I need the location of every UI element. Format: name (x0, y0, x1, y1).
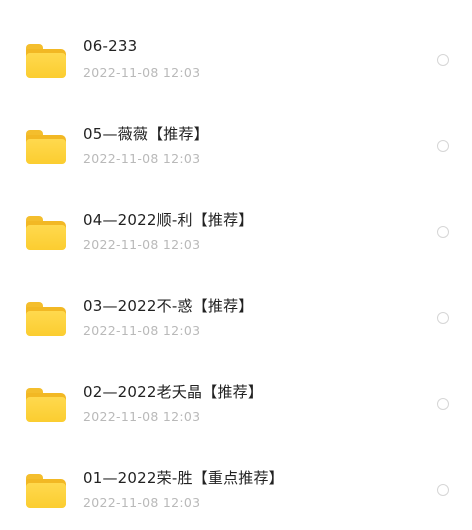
folder-icon (26, 474, 66, 508)
select-radio[interactable] (437, 484, 449, 496)
select-radio[interactable] (437, 312, 449, 324)
item-name: 06-233 (83, 37, 138, 55)
folder-icon (26, 130, 66, 164)
folder-icon (26, 44, 66, 78)
item-name: 02—2022老夭晶【推荐】 (83, 383, 264, 401)
item-name: 03—2022不-惑【推荐】 (83, 297, 254, 315)
list-item[interactable]: 01—2022荣-胜【重点推荐】 2022-11-08 12:03 (0, 430, 472, 516)
item-timestamp: 2022-11-08 12:03 (83, 65, 201, 80)
select-radio[interactable] (437, 398, 449, 410)
select-radio[interactable] (437, 54, 449, 66)
folder-icon (26, 302, 66, 336)
item-timestamp: 2022-11-08 12:03 (83, 495, 201, 510)
folder-icon (26, 388, 66, 422)
item-name: 05—薇薇【推荐】 (83, 125, 209, 143)
list-item[interactable]: 06-233 2022-11-08 12:03 (0, 0, 472, 86)
list-item[interactable]: 02—2022老夭晶【推荐】 2022-11-08 12:03 (0, 344, 472, 430)
item-name: 01—2022荣-胜【重点推荐】 (83, 469, 284, 487)
item-name: 04—2022顺-利【推荐】 (83, 211, 254, 229)
file-list: 06-233 2022-11-08 12:03 05—薇薇【推荐】 2022-1… (0, 0, 472, 530)
list-item[interactable]: 04—2022顺-利【推荐】 2022-11-08 12:03 (0, 172, 472, 258)
folder-icon (26, 216, 66, 250)
item-timestamp: 2022-11-08 12:03 (83, 237, 201, 252)
list-item[interactable]: 05—薇薇【推荐】 2022-11-08 12:03 (0, 86, 472, 172)
item-timestamp: 2022-11-08 12:03 (83, 409, 201, 424)
item-timestamp: 2022-11-08 12:03 (83, 323, 201, 338)
list-item[interactable]: 03—2022不-惑【推荐】 2022-11-08 12:03 (0, 258, 472, 344)
item-timestamp: 2022-11-08 12:03 (83, 151, 201, 166)
select-radio[interactable] (437, 226, 449, 238)
select-radio[interactable] (437, 140, 449, 152)
